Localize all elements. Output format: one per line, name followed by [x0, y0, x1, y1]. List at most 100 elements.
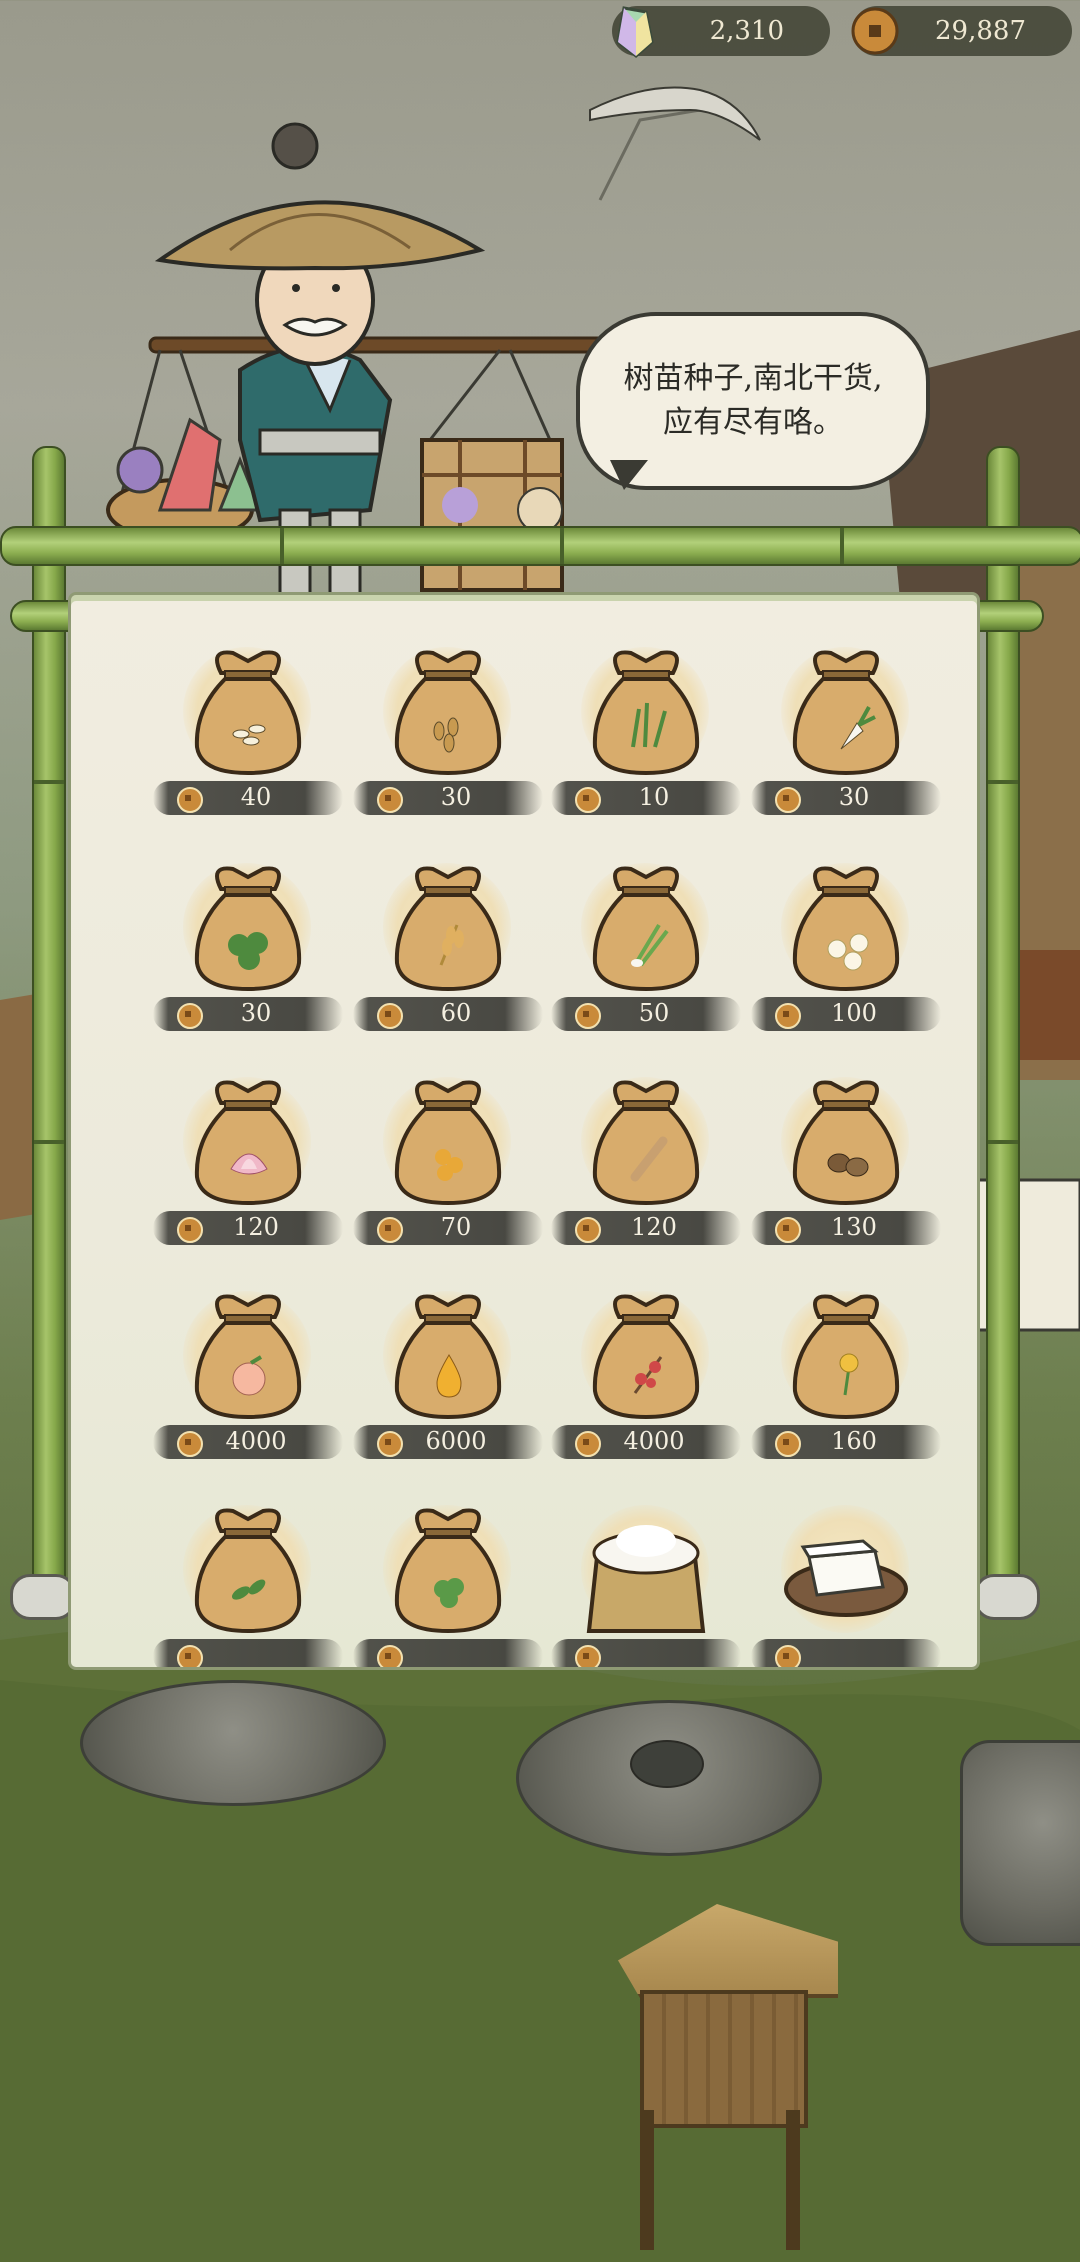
flour-sack-icon — [586, 1525, 706, 1633]
seed-bag-scallion-icon — [592, 866, 700, 992]
shop-item[interactable]: 120 — [153, 1065, 343, 1265]
item-price: 130 — [831, 1213, 877, 1241]
copper-coin-icon — [775, 1431, 801, 1457]
bamboo-beam-top — [0, 526, 1080, 566]
seed-bag-grass-icon — [592, 650, 700, 776]
speech-bubble-tail — [610, 460, 648, 490]
copper-coin-icon — [377, 1431, 403, 1457]
shop-item[interactable] — [551, 1493, 741, 1667]
bamboo-node — [988, 1140, 1018, 1144]
item-price: 6000 — [425, 1427, 487, 1455]
copper-coin-icon — [177, 1431, 203, 1457]
shop-item[interactable]: 10 — [551, 635, 741, 835]
seed-bag-clover-icon — [194, 866, 302, 992]
copper-coin-icon — [177, 1003, 203, 1029]
shop-item[interactable]: 130 — [751, 1065, 941, 1265]
shop-item[interactable]: 4000 — [551, 1279, 741, 1479]
shop-item[interactable] — [353, 1493, 543, 1667]
jade-amount: 2,310 — [709, 16, 784, 46]
seed-bag-nuts-icon — [792, 1080, 900, 1206]
shop-item[interactable]: 6000 — [353, 1279, 543, 1479]
shop-item-grid[interactable]: 40 30 10 30 30 60 50 100 120 70 120 130 4000 6000 4000… — [71, 595, 977, 1667]
item-price: 100 — [831, 999, 877, 1027]
seed-bag-peach-icon — [194, 1294, 302, 1420]
copper-coin-icon — [775, 1645, 801, 1667]
shop-item[interactable]: 30 — [353, 635, 543, 835]
shop-item[interactable]: 160 — [751, 1279, 941, 1479]
copper-coin-icon — [377, 1003, 403, 1029]
seed-bag-wheat-icon — [394, 866, 502, 992]
millstone-right — [960, 1740, 1080, 1946]
shop-item[interactable]: 40 — [153, 635, 343, 835]
copper-coin-icon — [377, 1645, 403, 1667]
copper-coin-icon — [775, 1003, 801, 1029]
stone-well-left — [80, 1680, 386, 1806]
seed-bag-herb-icon — [394, 1508, 502, 1634]
shop-item[interactable]: 50 — [551, 851, 741, 1051]
item-price: 10 — [638, 783, 670, 811]
notice-board[interactable] — [640, 1990, 808, 2128]
bamboo-node — [988, 780, 1018, 784]
item-price: 4000 — [623, 1427, 685, 1455]
copper-coin-icon — [575, 787, 601, 813]
jade-currency-counter[interactable]: 2,310 — [612, 6, 830, 58]
item-price: 4000 — [225, 1427, 287, 1455]
coin-amount: 29,887 — [935, 16, 1026, 46]
seed-bag-root-icon — [592, 1080, 700, 1206]
shop-item[interactable]: 4000 — [153, 1279, 343, 1479]
shop-item[interactable]: 60 — [353, 851, 543, 1051]
shop-item[interactable] — [751, 1493, 941, 1667]
shop-item[interactable] — [153, 1493, 343, 1667]
swirl-emblem-icon — [630, 1740, 704, 1788]
copper-coin-icon — [177, 787, 203, 813]
seed-bag-beans-icon — [394, 1080, 502, 1206]
copper-coin-icon — [377, 1217, 403, 1243]
bamboo-base-right — [974, 1574, 1040, 1620]
shop-item[interactable]: 30 — [751, 635, 941, 835]
seed-bag-jasmine-icon — [792, 866, 900, 992]
copper-coin-icon — [575, 1003, 601, 1029]
bamboo-node — [34, 780, 64, 784]
copper-coin-icon — [177, 1645, 203, 1667]
seed-bag-flower-icon — [792, 1294, 900, 1420]
shop-item[interactable]: 120 — [551, 1065, 741, 1265]
copper-coin-icon — [775, 787, 801, 813]
bamboo-node — [840, 528, 844, 564]
shop-item[interactable]: 70 — [353, 1065, 543, 1265]
bamboo-node — [34, 1140, 64, 1144]
seed-bag-grain-icon — [194, 650, 302, 776]
coin-currency-counter[interactable]: 29,887 — [851, 6, 1072, 56]
seed-bag-tea-icon — [194, 1508, 302, 1634]
item-price: 40 — [240, 783, 272, 811]
copper-coin-icon — [851, 7, 899, 55]
seed-bag-lotus-icon — [194, 1080, 302, 1206]
item-price: 30 — [838, 783, 870, 811]
copper-coin-icon — [575, 1431, 601, 1457]
seed-bag-plum-blossom-icon — [592, 1294, 700, 1420]
copper-coin-icon — [575, 1645, 601, 1667]
bamboo-base-left — [10, 1574, 76, 1620]
item-price: 60 — [440, 999, 472, 1027]
jade-crystal-icon — [616, 6, 654, 58]
bamboo-node — [560, 528, 564, 564]
shop-item[interactable]: 100 — [751, 851, 941, 1051]
copper-coin-icon — [775, 1217, 801, 1243]
tofu-plate-icon — [784, 1539, 908, 1617]
item-price: 120 — [631, 1213, 677, 1241]
item-price: 120 — [233, 1213, 279, 1241]
shop-item[interactable]: 30 — [153, 851, 343, 1051]
copper-coin-icon — [575, 1217, 601, 1243]
item-price: 160 — [831, 1427, 877, 1455]
seed-bag-seeds-icon — [394, 650, 502, 776]
seed-bag-radish-icon — [792, 650, 900, 776]
bamboo-node — [280, 528, 284, 564]
item-price: 30 — [240, 999, 272, 1027]
notice-board-leg — [640, 2110, 654, 2250]
shop-scroll-panel[interactable]: 40 30 10 30 30 60 50 100 120 70 120 130 4000 6000 4000… — [68, 592, 980, 1670]
item-price: 70 — [440, 1213, 472, 1241]
item-price: 50 — [638, 999, 670, 1027]
speech-line-1: 树苗种子,南北干货, — [623, 361, 883, 396]
item-price: 30 — [440, 783, 472, 811]
copper-coin-icon — [177, 1217, 203, 1243]
speech-line-2: 应有尽有咯。 — [663, 405, 843, 440]
